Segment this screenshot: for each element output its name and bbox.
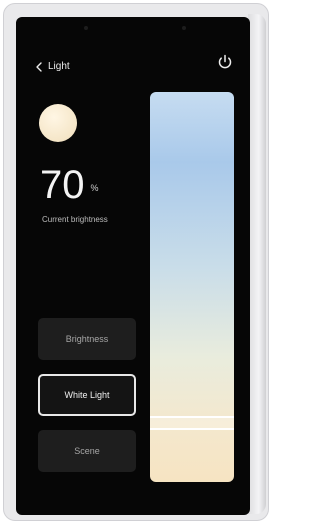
light-bulb-icon: [39, 104, 77, 142]
device-side-edge: [248, 14, 266, 514]
color-temperature-slider[interactable]: [150, 92, 234, 482]
brightness-unit: %: [90, 183, 99, 193]
power-icon: [216, 54, 234, 75]
brightness-caption: Current brightness: [42, 215, 108, 224]
sensor-dot: [182, 26, 186, 30]
back-button[interactable]: Light: [36, 61, 70, 72]
mode-button-brightness[interactable]: Brightness: [38, 318, 136, 360]
wall-panel-device: Light 70 % Current brightness Brightness…: [3, 3, 269, 521]
mode-button-scene[interactable]: Scene: [38, 430, 136, 472]
chevron-left-icon: [36, 61, 42, 72]
touch-screen: Light 70 % Current brightness Brightness…: [16, 17, 250, 515]
page-title: Light: [48, 61, 70, 72]
slider-handle[interactable]: [150, 416, 234, 430]
mode-button-white-light[interactable]: White Light: [38, 374, 136, 416]
brightness-readout: 70 %: [40, 165, 99, 205]
brightness-value: 70: [40, 163, 85, 207]
sensor-dot: [84, 26, 88, 30]
power-button[interactable]: [216, 53, 234, 71]
